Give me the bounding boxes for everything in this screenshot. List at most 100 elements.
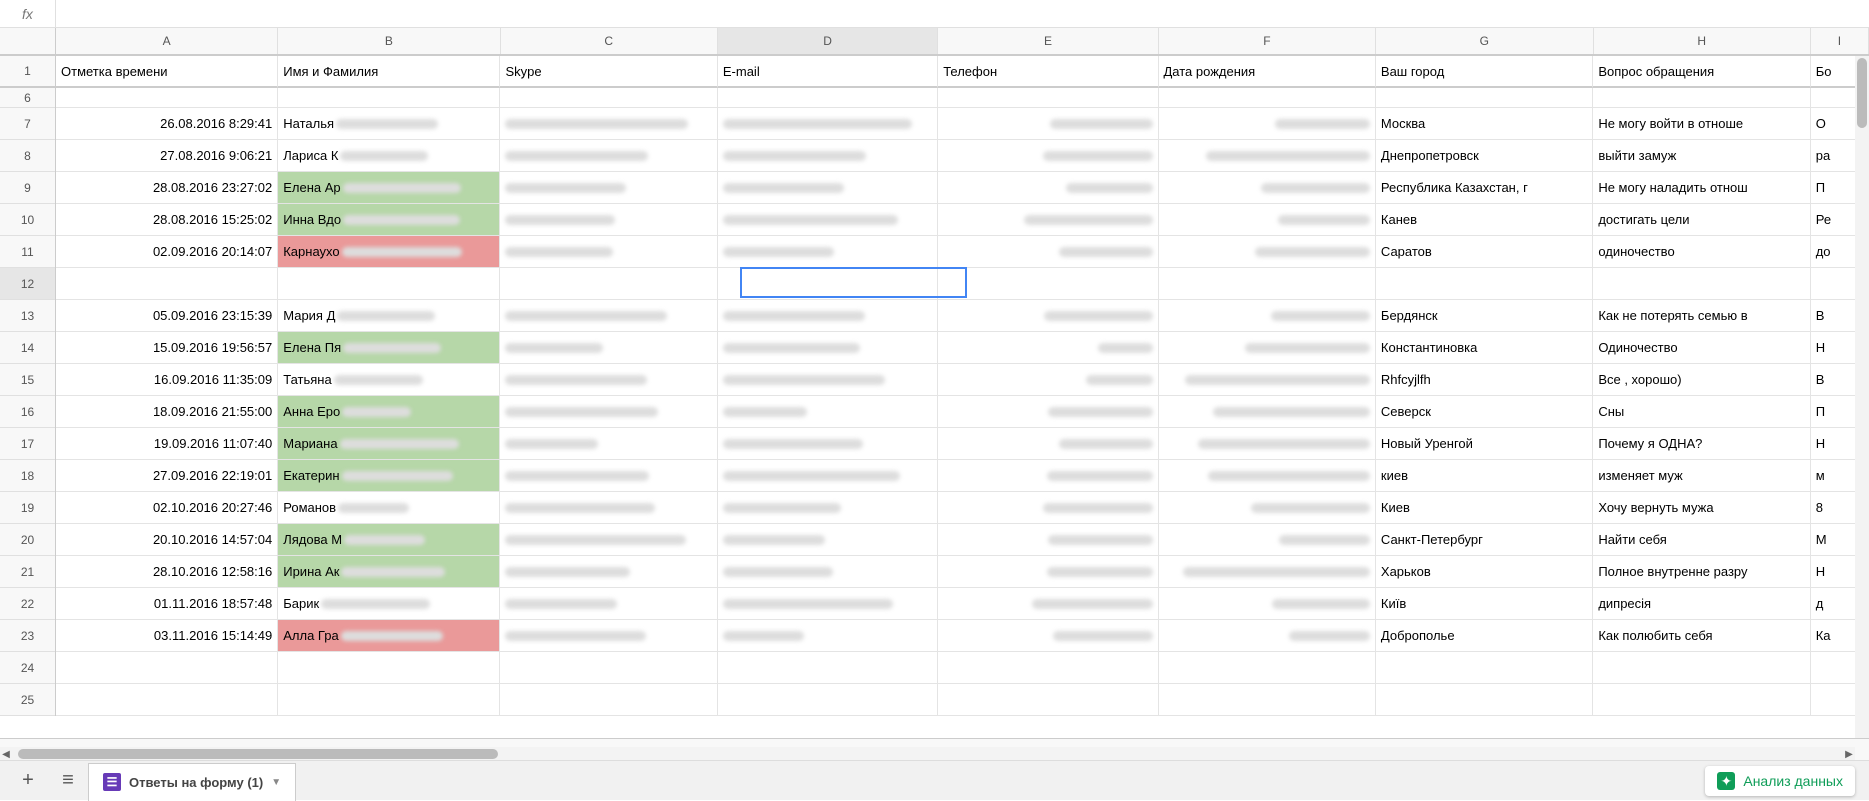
cell[interactable] bbox=[938, 140, 1158, 172]
cell[interactable] bbox=[938, 108, 1158, 140]
row-header-16[interactable]: 16 bbox=[0, 396, 55, 428]
cell[interactable]: Сны bbox=[1593, 396, 1810, 428]
row-header-8[interactable]: 8 bbox=[0, 140, 55, 172]
cell[interactable]: Барик bbox=[278, 588, 500, 620]
vertical-scroll-thumb[interactable] bbox=[1857, 58, 1867, 128]
cell[interactable] bbox=[718, 524, 938, 556]
cell[interactable] bbox=[500, 684, 717, 716]
cell[interactable] bbox=[718, 684, 938, 716]
col-header-H[interactable]: H bbox=[1594, 28, 1811, 54]
cell[interactable] bbox=[1159, 620, 1376, 652]
cell[interactable]: Саратов bbox=[1376, 236, 1593, 268]
add-sheet-button[interactable]: + bbox=[8, 766, 48, 796]
cell[interactable]: Елена Ар bbox=[278, 172, 500, 204]
cell[interactable]: 03.11.2016 15:14:49 bbox=[56, 620, 278, 652]
cell[interactable]: Днепропетровск bbox=[1376, 140, 1593, 172]
cell[interactable] bbox=[1593, 88, 1810, 108]
cell[interactable] bbox=[1593, 268, 1810, 300]
cell[interactable] bbox=[278, 652, 500, 684]
cell[interactable] bbox=[718, 492, 938, 524]
cell[interactable]: Москва bbox=[1376, 108, 1593, 140]
cell[interactable]: Найти себя bbox=[1593, 524, 1810, 556]
row-header-7[interactable]: 7 bbox=[0, 108, 55, 140]
cell[interactable]: Романов bbox=[278, 492, 500, 524]
cell[interactable] bbox=[718, 428, 938, 460]
row-header-9[interactable]: 9 bbox=[0, 172, 55, 204]
cell[interactable]: 02.10.2016 20:27:46 bbox=[56, 492, 278, 524]
cell[interactable]: Доброполье bbox=[1376, 620, 1593, 652]
header-cell[interactable]: Ваш город bbox=[1376, 56, 1593, 88]
row-header-10[interactable]: 10 bbox=[0, 204, 55, 236]
cell[interactable] bbox=[500, 236, 717, 268]
cell[interactable]: 27.09.2016 22:19:01 bbox=[56, 460, 278, 492]
cell[interactable] bbox=[718, 332, 938, 364]
cell[interactable]: Анна Еро bbox=[278, 396, 500, 428]
cell[interactable] bbox=[1159, 300, 1376, 332]
cell[interactable]: Карнаухо bbox=[278, 236, 500, 268]
row-header-24[interactable]: 24 bbox=[0, 652, 55, 684]
cell[interactable]: Киев bbox=[1376, 492, 1593, 524]
cell[interactable]: Не могу войти в отноше bbox=[1593, 108, 1810, 140]
cell[interactable] bbox=[1159, 332, 1376, 364]
cell[interactable]: Мария Д bbox=[278, 300, 500, 332]
cell[interactable] bbox=[500, 652, 717, 684]
cell[interactable]: одиночество bbox=[1593, 236, 1810, 268]
cell[interactable] bbox=[1376, 268, 1593, 300]
cell[interactable] bbox=[500, 332, 717, 364]
cell[interactable] bbox=[1159, 524, 1376, 556]
cell[interactable] bbox=[718, 652, 938, 684]
cell[interactable]: Київ bbox=[1376, 588, 1593, 620]
cell[interactable] bbox=[56, 684, 278, 716]
cell[interactable]: 02.09.2016 20:14:07 bbox=[56, 236, 278, 268]
cell[interactable] bbox=[1593, 684, 1810, 716]
cell[interactable] bbox=[718, 172, 938, 204]
cell[interactable] bbox=[938, 652, 1158, 684]
cell[interactable]: 05.09.2016 23:15:39 bbox=[56, 300, 278, 332]
header-cell[interactable]: Вопрос обращения bbox=[1593, 56, 1810, 88]
cell[interactable] bbox=[938, 396, 1158, 428]
cell[interactable] bbox=[938, 172, 1158, 204]
cell[interactable] bbox=[718, 300, 938, 332]
cell[interactable] bbox=[718, 364, 938, 396]
header-cell[interactable]: Skype bbox=[500, 56, 717, 88]
cell[interactable] bbox=[938, 300, 1158, 332]
col-header-F[interactable]: F bbox=[1159, 28, 1376, 54]
cell[interactable]: киев bbox=[1376, 460, 1593, 492]
col-header-E[interactable]: E bbox=[938, 28, 1158, 54]
cell[interactable] bbox=[718, 620, 938, 652]
sheet-tab-active[interactable]: ☰ Ответы на форму (1) ▼ bbox=[88, 763, 296, 801]
row-header-21[interactable]: 21 bbox=[0, 556, 55, 588]
cell[interactable]: Все , хорошо) bbox=[1593, 364, 1810, 396]
header-cell[interactable]: Телефон bbox=[938, 56, 1158, 88]
col-header-D[interactable]: D bbox=[718, 28, 938, 54]
chevron-down-icon[interactable]: ▼ bbox=[271, 777, 281, 788]
cell[interactable]: изменяет муж bbox=[1593, 460, 1810, 492]
cell[interactable]: Елена Пя bbox=[278, 332, 500, 364]
cell[interactable] bbox=[1159, 204, 1376, 236]
header-cell[interactable]: E-mail bbox=[718, 56, 938, 88]
cell[interactable]: дипресія bbox=[1593, 588, 1810, 620]
scroll-left-icon[interactable]: ◀ bbox=[0, 747, 14, 761]
cell[interactable] bbox=[938, 620, 1158, 652]
cell[interactable] bbox=[1159, 396, 1376, 428]
cell[interactable] bbox=[718, 88, 938, 108]
cell[interactable] bbox=[1159, 556, 1376, 588]
cell[interactable] bbox=[938, 684, 1158, 716]
row-header-12[interactable]: 12 bbox=[0, 268, 55, 300]
cell[interactable] bbox=[1159, 268, 1376, 300]
cell[interactable] bbox=[718, 140, 938, 172]
row-header-6[interactable]: 6 bbox=[0, 88, 55, 108]
cell[interactable] bbox=[500, 88, 717, 108]
cell[interactable]: Санкт-Петербург bbox=[1376, 524, 1593, 556]
cell[interactable]: 28.10.2016 12:58:16 bbox=[56, 556, 278, 588]
cell[interactable] bbox=[500, 204, 717, 236]
row-header-11[interactable]: 11 bbox=[0, 236, 55, 268]
cell[interactable] bbox=[1376, 88, 1593, 108]
cell[interactable]: 01.11.2016 18:57:48 bbox=[56, 588, 278, 620]
cell[interactable] bbox=[718, 396, 938, 428]
cell[interactable] bbox=[938, 236, 1158, 268]
cell[interactable]: 28.08.2016 15:25:02 bbox=[56, 204, 278, 236]
cell[interactable] bbox=[1159, 492, 1376, 524]
cell[interactable]: Хочу вернуть мужа bbox=[1593, 492, 1810, 524]
header-cell[interactable]: Отметка времени bbox=[56, 56, 278, 88]
